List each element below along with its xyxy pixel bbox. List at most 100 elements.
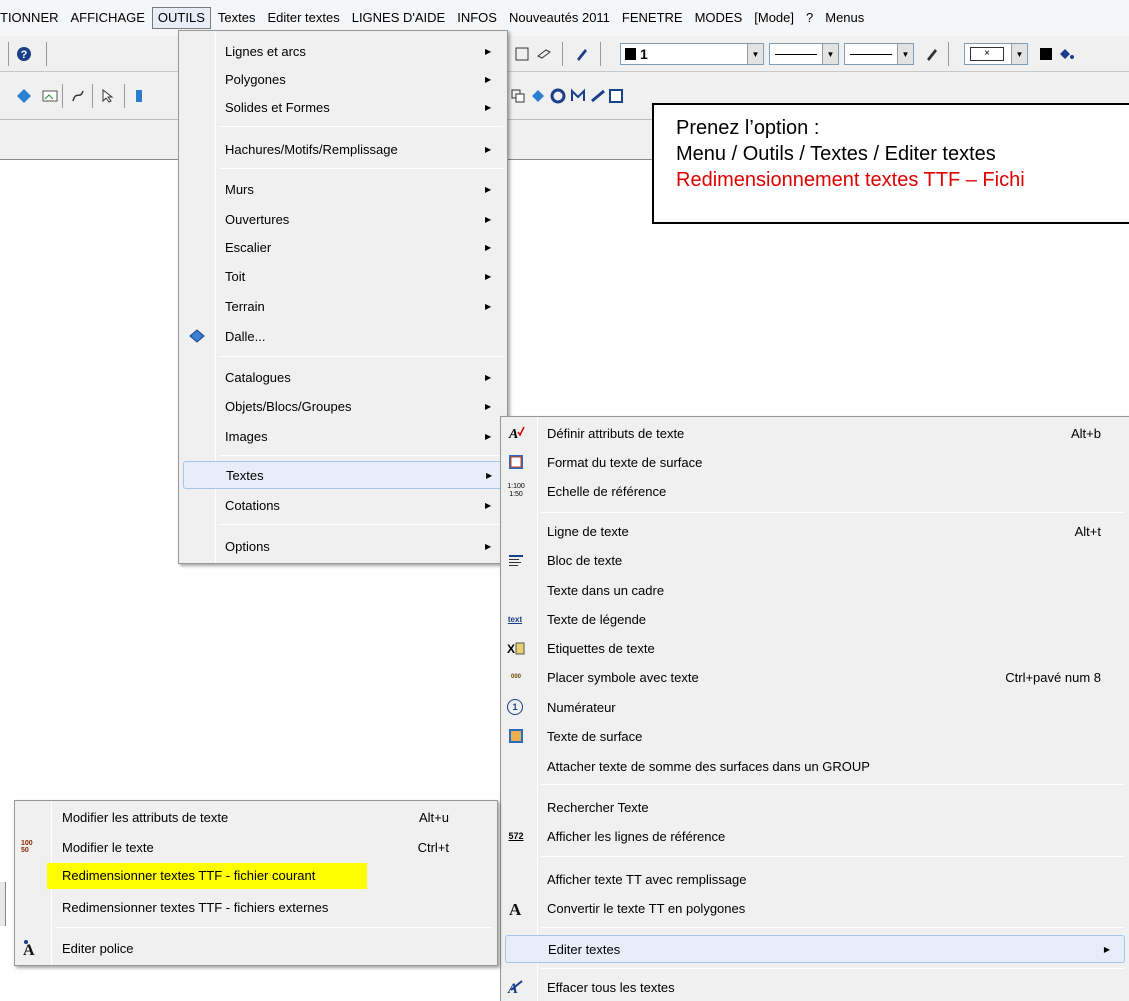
menu-item-label: Ouvertures	[225, 211, 290, 227]
layer-icon[interactable]	[534, 44, 554, 64]
menu-editer-textes[interactable]: Editer textes	[262, 8, 344, 28]
window-icon[interactable]	[606, 86, 626, 106]
menu-item-placer-symbole[interactable]: 000 Placer symbole avec texte Ctrl+pavé …	[501, 663, 1129, 691]
move-icon[interactable]	[14, 86, 34, 106]
menu-tionner[interactable]: TIONNER	[0, 8, 64, 28]
menu-item-rechercher[interactable]: Rechercher Texte	[501, 793, 1129, 821]
menu-item-terrain[interactable]: Terrain ▶	[179, 292, 507, 320]
chevron-right-icon: ▶	[1103, 944, 1110, 954]
fill-color-icon[interactable]	[1036, 44, 1056, 64]
menu-item-label: Numérateur	[547, 699, 616, 715]
menu-item-label: Texte dans un cadre	[547, 582, 665, 598]
menu-item-redim-courant[interactable]: Redimensionner textes TTF - fichier cour…	[15, 862, 497, 890]
menu-item-textes[interactable]: Textes ▶	[183, 461, 503, 489]
menu-item-label: Texte de surface	[547, 728, 643, 744]
pen-icon[interactable]	[572, 44, 592, 64]
color-combo[interactable]: 1 ▼	[620, 43, 764, 65]
tool-icon[interactable]	[130, 86, 150, 106]
rotate-icon[interactable]	[528, 86, 548, 106]
help-icon[interactable]: ?	[14, 44, 34, 64]
callout-line-1: Prenez l’option :	[676, 117, 820, 139]
menu-item-texte-surface[interactable]: Texte de surface	[501, 722, 1129, 750]
menu-item-attacher-somme[interactable]: Attacher texte de somme des surfaces dan…	[501, 752, 1129, 780]
chevron-right-icon: ▶	[485, 431, 492, 441]
stretch-icon[interactable]	[588, 86, 608, 106]
menu-divider	[219, 168, 503, 169]
menu-item-shortcut: Ctrl+pavé num 8	[1005, 669, 1101, 685]
modify-text-icon: 100 50	[21, 840, 33, 854]
menu-item-solides[interactable]: Solides et Formes ▶	[179, 93, 507, 121]
sketch-icon[interactable]	[68, 86, 88, 106]
scrollbar-fragment[interactable]	[0, 882, 6, 926]
scale-icon[interactable]	[568, 86, 588, 106]
select-icon[interactable]	[98, 86, 118, 106]
menu-item-lignes-arcs[interactable]: Lignes et arcs ▶	[179, 37, 507, 65]
menu-textes[interactable]: Textes	[213, 8, 261, 28]
lineweight-combo[interactable]: ▼	[844, 43, 914, 65]
menu-item-label: Toit	[225, 268, 246, 284]
menu-item-catalogues[interactable]: Catalogues ▶	[179, 363, 507, 391]
mirror-icon[interactable]	[548, 86, 568, 106]
menu-item-redim-externes[interactable]: Redimensionner textes TTF - fichiers ext…	[15, 893, 497, 921]
menu-item-dalle[interactable]: Dalle...	[179, 322, 507, 350]
menu-item-objets[interactable]: Objets/Blocs/Groupes ▶	[179, 392, 507, 420]
menu-item-afficher-tt[interactable]: Afficher texte TT avec remplissage	[501, 865, 1129, 893]
toolbar-separator	[46, 42, 47, 66]
rectangle-icon[interactable]	[512, 44, 532, 64]
image-icon[interactable]	[40, 86, 60, 106]
menu-item-texte-legende[interactable]: text Texte de légende	[501, 605, 1129, 633]
menu-item-label: Editer textes	[548, 941, 621, 957]
svg-text:A: A	[509, 900, 522, 917]
menu-item-bloc-texte[interactable]: Bloc de texte	[501, 546, 1129, 574]
menu-item-echelle[interactable]: 1:100 1:50 Echelle de référence	[501, 477, 1129, 505]
paint-bucket-icon[interactable]	[1056, 44, 1076, 64]
menu-item-options[interactable]: Options ▶	[179, 532, 507, 560]
menu-item-label: Options	[225, 538, 270, 554]
menu-item-images[interactable]: Images ▶	[179, 422, 507, 450]
menu-lignes-aide[interactable]: LIGNES D'AIDE	[347, 8, 451, 28]
menu-item-numerateur[interactable]: 1 Numérateur	[501, 693, 1129, 721]
menu-item-polygones[interactable]: Polygones ▶	[179, 65, 507, 93]
chevron-down-icon[interactable]: ▼	[747, 44, 763, 64]
menu-modes[interactable]: MODES	[690, 8, 748, 28]
copy-icon[interactable]	[508, 86, 528, 106]
menu-item-cotations[interactable]: Cotations ▶	[179, 491, 507, 519]
menu-item-ligne-texte[interactable]: Ligne de texte Alt+t	[501, 517, 1129, 545]
menu-infos[interactable]: INFOS	[452, 8, 502, 28]
linetype-combo[interactable]: ▼	[769, 43, 839, 65]
menu-affichage[interactable]: AFFICHAGE	[66, 8, 150, 28]
menu-item-editer-police[interactable]: A Editer police	[15, 934, 497, 962]
menu-item-etiquettes[interactable]: X Etiquettes de texte	[501, 634, 1129, 662]
symbol-text-icon: 000	[510, 674, 521, 680]
menu-item-definir-attributs[interactable]: A Définir attributs de texte Alt+b	[501, 419, 1129, 447]
menu-item-ouvertures[interactable]: Ouvertures ▶	[179, 205, 507, 233]
menu-item-label: Effacer tous les textes	[547, 979, 675, 995]
menu-outils[interactable]: OUTILS	[151, 7, 211, 29]
menu-item-effacer[interactable]: A Effacer tous les textes	[501, 973, 1129, 1001]
chevron-down-icon[interactable]: ▼	[897, 44, 913, 64]
color-combo-value: 1	[640, 46, 648, 62]
menu-mode-bracket[interactable]: [Mode]	[749, 8, 799, 28]
menu-item-modifier-texte[interactable]: 100 50 Modifier le texte Ctrl+t	[15, 833, 497, 861]
menu-nouveautes[interactable]: Nouveautés 2011	[504, 8, 615, 28]
chevron-right-icon: ▶	[485, 242, 492, 252]
menu-item-format-surface[interactable]: Format du texte de surface	[501, 448, 1129, 476]
pencil-icon[interactable]	[922, 44, 942, 64]
menu-item-modifier-attributs[interactable]: Modifier les attributs de texte Alt+u	[15, 803, 497, 831]
menu-item-toit[interactable]: Toit ▶	[179, 262, 507, 290]
menu-item-hachures[interactable]: Hachures/Motifs/Remplissage ▶	[179, 135, 507, 163]
menu-item-editer-textes[interactable]: Editer textes ▶	[505, 935, 1125, 963]
pattern-combo[interactable]: × ▼	[964, 43, 1028, 65]
menu-item-murs[interactable]: Murs ▶	[179, 175, 507, 203]
chevron-down-icon[interactable]: ▼	[822, 44, 838, 64]
menu-fenetre[interactable]: FENETRE	[617, 8, 688, 28]
menu-help[interactable]: ?	[801, 8, 818, 28]
menu-item-label: Polygones	[225, 71, 286, 87]
menu-item-escalier[interactable]: Escalier ▶	[179, 233, 507, 261]
menu-item-texte-cadre[interactable]: Texte dans un cadre	[501, 576, 1129, 604]
toolbar-separator	[62, 84, 63, 108]
menu-item-lignes-reference[interactable]: 572 Afficher les lignes de référence	[501, 822, 1129, 850]
chevron-down-icon[interactable]: ▼	[1011, 44, 1027, 64]
menu-menus[interactable]: Menus	[820, 8, 869, 28]
menu-item-convertir-tt[interactable]: A Convertir le texte TT en polygones	[501, 894, 1129, 922]
